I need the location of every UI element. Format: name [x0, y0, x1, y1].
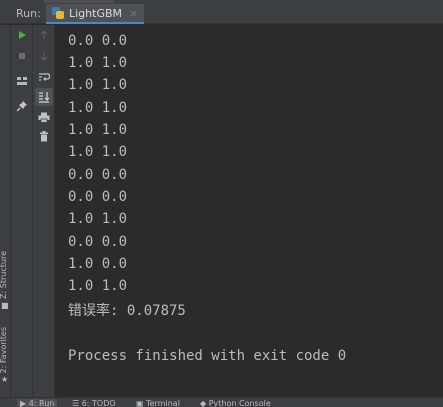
- bottom-tab-label: Terminal: [146, 399, 180, 407]
- stop-button[interactable]: [13, 47, 31, 65]
- console-line: 1.0 1.0: [68, 211, 128, 227]
- console-line: 1.0 1.0: [68, 122, 128, 138]
- console-line: 0.0 0.0: [68, 234, 128, 250]
- run-panel-header: Run: LightGBM ×: [0, 4, 443, 24]
- bottom-tab-label: Python Console: [208, 399, 271, 407]
- list-icon: ☰: [72, 399, 82, 407]
- pin-tab-button[interactable]: [13, 97, 31, 115]
- console-line: 1.0 1.0: [68, 100, 128, 116]
- next-occurrence-button[interactable]: [35, 47, 53, 65]
- star-icon: ★: [1, 375, 9, 384]
- run-toolbar-primary: [11, 25, 33, 397]
- left-tool-stripe: Z: Structure ■ 2: Favorites ★: [0, 25, 11, 397]
- structure-tool-tab[interactable]: Z: Structure: [0, 251, 8, 299]
- console-line: 1.0 1.0: [68, 144, 128, 160]
- bottom-tab-label: 6: TODO: [81, 399, 116, 407]
- console-line: 0.0 0.0: [68, 189, 128, 205]
- restore-layout-button[interactable]: [13, 72, 31, 90]
- editor-tab-peek[interactable]: [44, 0, 114, 3]
- python-icon: [52, 7, 64, 19]
- bottom-tool-window-bar: ▶ 4: Run ☰ 6: TODO ▣ Terminal ◆ Python C…: [0, 397, 443, 407]
- bottom-tab-python-console[interactable]: ◆ Python Console: [200, 399, 271, 407]
- run-config-tab-title: LightGBM: [69, 6, 123, 20]
- clear-all-button[interactable]: [35, 127, 53, 145]
- pin-icon: [16, 101, 27, 112]
- bottom-tab-terminal[interactable]: ▣ Terminal: [136, 399, 180, 407]
- process-finished-line: Process finished with exit code 0: [68, 348, 347, 364]
- run-toolbar-secondary: [33, 25, 55, 397]
- terminal-icon: ▣: [136, 399, 147, 407]
- soft-wrap-button[interactable]: [35, 68, 53, 86]
- run-icon: ▶: [20, 399, 29, 407]
- print-button[interactable]: [35, 108, 53, 126]
- python-icon: ◆: [200, 399, 209, 407]
- print-icon: [38, 112, 50, 123]
- favorites-tool-tab[interactable]: 2: Favorites: [0, 327, 8, 373]
- structure-icon: ■: [1, 301, 9, 310]
- error-rate-line: 错误率: 0.07875: [68, 303, 186, 319]
- scroll-to-end-icon: [39, 92, 50, 103]
- console-line: 1.0 1.0: [68, 278, 128, 294]
- console-output[interactable]: 0.0 0.0 1.0 1.0 1.0 1.0 1.0 1.0 1.0 1.0 …: [56, 25, 443, 397]
- up-arrow-icon: [40, 30, 48, 39]
- rerun-button[interactable]: [13, 26, 31, 44]
- console-line: 0.0 0.0: [68, 33, 128, 49]
- bottom-tab-todo[interactable]: ☰ 6: TODO: [72, 399, 116, 407]
- console-line: 1.0 1.0: [68, 55, 128, 71]
- run-icon: [19, 31, 26, 39]
- soft-wrap-icon: [39, 73, 50, 81]
- scroll-to-end-button[interactable]: [35, 88, 53, 106]
- stop-icon: [19, 53, 25, 59]
- trash-icon: [40, 130, 48, 141]
- bottom-tab-label: 4: Run: [28, 399, 55, 407]
- layout-icon: [17, 77, 27, 85]
- bottom-tab-run[interactable]: ▶ 4: Run: [17, 399, 58, 407]
- previous-occurrence-button[interactable]: [35, 26, 53, 44]
- down-arrow-icon: [40, 52, 48, 61]
- run-panel-label: Run:: [16, 7, 41, 20]
- close-tab-icon[interactable]: ×: [129, 7, 138, 20]
- console-line: 0.0 0.0: [68, 167, 128, 183]
- run-config-tab[interactable]: LightGBM ×: [46, 4, 145, 24]
- console-line: 1.0 0.0: [68, 256, 128, 272]
- console-line: 1.0 1.0: [68, 77, 128, 93]
